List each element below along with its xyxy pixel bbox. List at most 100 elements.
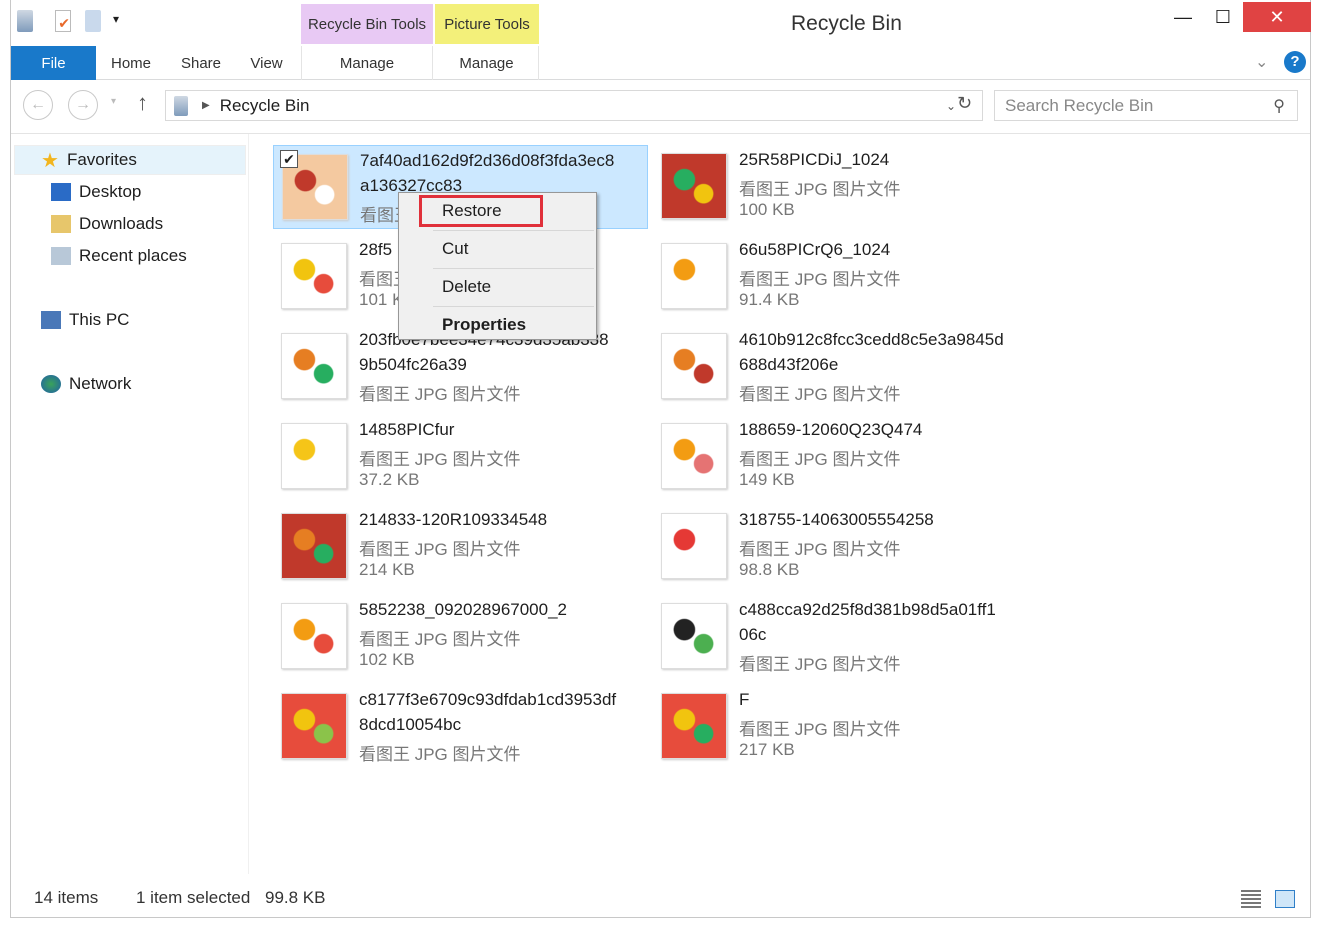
recycle-bin-icon [17,10,33,32]
computer-icon [41,311,61,329]
file-item[interactable]: 25R58PICDiJ_1024 看图王 JPG 图片文件 100 KB [653,145,1028,229]
file-name: 7af40ad162d9f2d36d08f3fda3ec8 [360,151,615,170]
file-item[interactable]: 214833-120R109334548 看图王 JPG 图片文件 214 KB [273,505,648,589]
image-thumbnail [661,693,727,759]
window-title: Recycle Bin [791,12,902,35]
file-item[interactable]: 5852238_092028967000_2 看图王 JPG 图片文件 102 KB [273,595,648,679]
file-detail: 看图王 JPG 图片文件 [739,385,901,404]
sidebar-item-downloads[interactable]: Downloads [51,210,163,238]
ribbon-tabs: File Home Share View Manage Manage ⌄ ? [11,46,1310,80]
status-item-count: 14 items [34,888,99,907]
checkbox[interactable]: ✔ [280,150,298,168]
file-item[interactable]: 318755-14063005554258 看图王 JPG 图片文件 98.8 KB [653,505,1028,589]
maximize-button[interactable]: ☐ [1201,2,1245,32]
forward-button[interactable]: → [68,90,98,120]
address-dropdown-icon[interactable]: ⌄ [946,99,956,113]
search-placeholder: Search Recycle Bin [1005,95,1154,115]
file-name: 4610b912c8fcc3cedd8c5e3a9845d [739,330,1004,349]
help-icon[interactable]: ? [1284,51,1306,73]
file-detail: 91.4 KB [739,290,800,309]
image-thumbnail [281,333,347,399]
back-button[interactable]: ← [23,90,53,120]
sidebar-label: Favorites [66,150,137,169]
tab-view[interactable]: View [244,46,289,80]
sidebar-item-network[interactable]: Network [41,370,131,398]
file-detail: 看图王 JPG 图片文件 [739,180,901,199]
network-icon [41,375,61,393]
image-thumbnail [661,243,727,309]
file-detail: 06c [739,625,767,644]
sidebar-item-favorites[interactable]: ★ Favorites [41,146,137,174]
breadcrumb-separator-icon: ▶ [202,100,210,111]
search-icon[interactable]: ⚲ [1273,96,1285,116]
file-name: F [739,690,750,709]
file-detail: 看图王 JPG 图片文件 [359,745,521,764]
sidebar-label: Downloads [79,214,164,233]
file-detail: 看图王 JPG 图片文件 [739,720,901,739]
file-name: c8177f3e6709c93dfdab1cd3953df [359,690,617,709]
desktop-icon [51,183,71,201]
image-thumbnail [661,513,727,579]
file-detail: 102 KB [359,650,415,669]
file-item[interactable]: 188659-12060Q23Q474 看图王 JPG 图片文件 149 KB [653,415,1028,499]
large-icons-view-icon[interactable] [1275,890,1295,908]
tab-share[interactable]: Share [176,46,226,80]
image-thumbnail [281,423,347,489]
sidebar-item-recent-places[interactable]: Recent places [51,242,187,270]
tab-manage-picture[interactable]: Manage [435,46,539,80]
image-thumbnail [661,333,727,399]
file-detail: 看图王 JPG 图片文件 [739,540,901,559]
file-detail: 看图王 JPG 图片文件 [739,655,901,674]
explorer-window: ✔ ▾ Recycle Bin Tools Picture Tools Recy… [10,0,1311,918]
status-size: 99.8 KB [265,888,326,907]
sidebar-label: This PC [69,310,130,329]
sidebar-item-desktop[interactable]: Desktop [51,178,141,206]
address-bar-row: ← → ▾ ↑ ▶ Recycle Bin ⌄ ↻ Search Recycle… [11,90,1310,122]
restore-highlight-box [419,195,543,227]
file-detail: 8dcd10054bc [359,715,462,734]
image-thumbnail [661,603,727,669]
file-detail: 看图王 JPG 图片文件 [359,385,521,404]
image-thumbnail [281,243,347,309]
expand-ribbon-icon[interactable]: ⌄ [1255,52,1268,72]
address-path[interactable]: ▶ Recycle Bin ⌄ [165,90,983,121]
customize-toolbar-icon[interactable]: ▾ [113,12,119,26]
file-detail: 688d43f206e [739,355,839,374]
menu-item-cut[interactable]: Cut [399,231,596,267]
new-folder-icon[interactable] [85,10,101,32]
recycle-bin-tools-header: Recycle Bin Tools [301,4,433,44]
file-item[interactable]: F 看图王 JPG 图片文件 217 KB [653,685,1028,769]
navigation-pane: ★ Favorites Desktop Downloads Recent plac… [11,134,249,874]
file-item[interactable]: 66u58PICrQ6_1024 看图王 JPG 图片文件 91.4 KB [653,235,1028,319]
file-name: 25R58PICDiJ_1024 [739,150,890,169]
tab-manage-recycle-bin[interactable]: Manage [301,46,433,80]
file-item[interactable]: 4610b912c8fcc3cedd8c5e3a9845d 688d43f206e… [653,325,1028,409]
minimize-button[interactable]: — [1161,2,1205,32]
file-item[interactable]: c488cca92d25f8d381b98d5a01ff1 06c 看图王 JPG … [653,595,1028,679]
refresh-icon[interactable]: ↻ [957,93,972,114]
picture-tools-header: Picture Tools [435,4,539,44]
file-detail: 98.8 KB [739,560,800,579]
close-button[interactable]: ✕ [1243,2,1311,32]
details-view-icon[interactable] [1241,890,1261,908]
file-detail: 看图王 JPG 图片文件 [739,450,901,469]
sidebar-item-this-pc[interactable]: This PC [41,306,129,334]
file-name: 188659-12060Q23Q474 [739,420,923,439]
recycle-bin-icon [174,95,188,116]
file-detail: 214 KB [359,560,415,579]
file-name: 5852238_092028967000_2 [359,600,568,619]
image-thumbnail [661,423,727,489]
status-selection: 1 item selected [136,888,251,907]
search-input[interactable]: Search Recycle Bin ⚲ [994,90,1298,121]
menu-item-delete[interactable]: Delete [399,269,596,305]
file-item[interactable]: c8177f3e6709c93dfdab1cd3953df 8dcd10054bc… [273,685,648,769]
recent-locations-icon[interactable]: ▾ [111,96,116,107]
context-menu: Restore Cut Delete Properties [398,192,597,340]
tab-home[interactable]: Home [106,46,156,80]
tab-file[interactable]: File [11,46,96,80]
file-item[interactable]: 14858PICfur 看图王 JPG 图片文件 37.2 KB [273,415,648,499]
up-arrow-icon[interactable]: ↑ [137,90,148,116]
menu-item-properties[interactable]: Properties [399,307,596,343]
breadcrumb-recycle-bin[interactable]: Recycle Bin [220,96,310,116]
properties-icon[interactable]: ✔ [55,10,71,32]
